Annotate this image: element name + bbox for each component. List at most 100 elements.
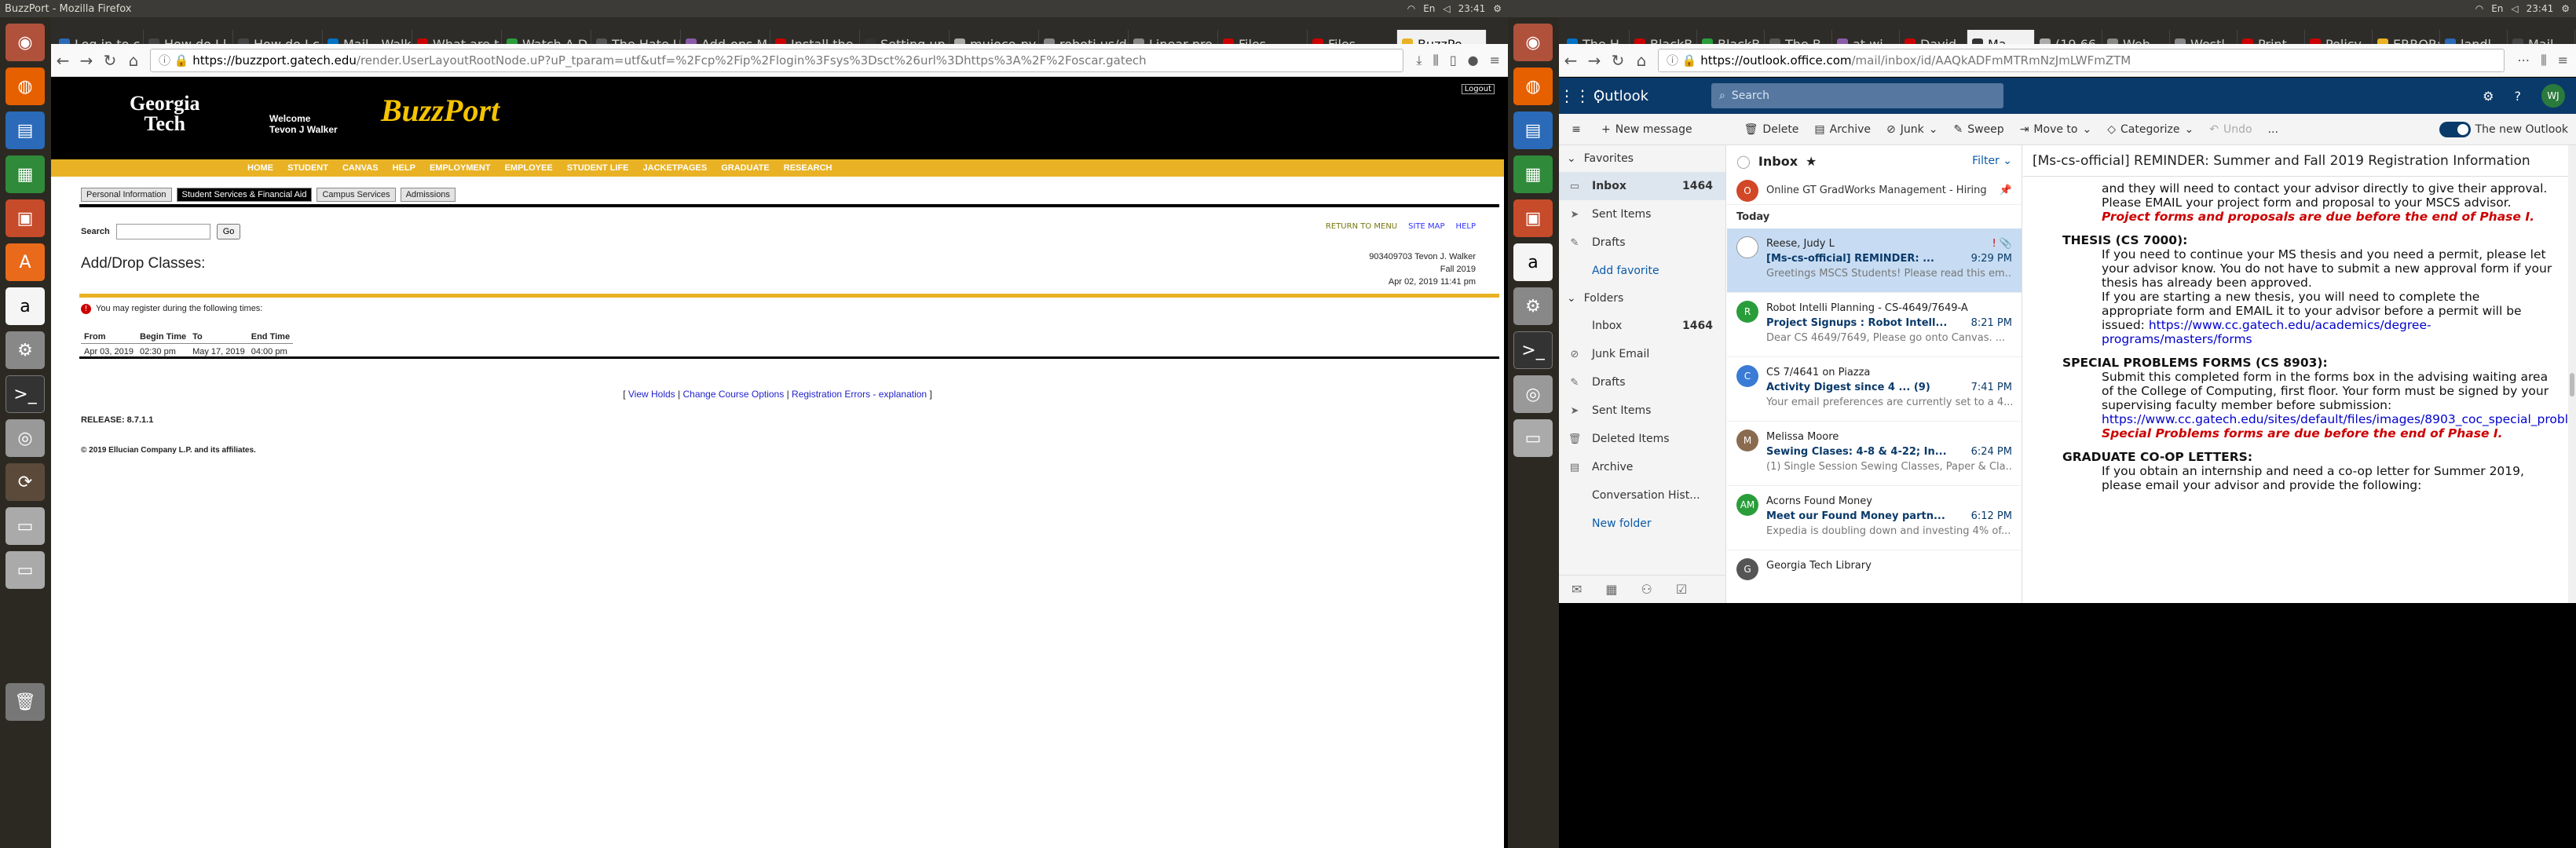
logout-button[interactable]: Logout: [1461, 84, 1495, 94]
forms-link[interactable]: https://www.cc.gatech.edu/academics/degr…: [2102, 318, 2431, 346]
registration-errors-link[interactable]: Registration Errors - explanation: [792, 389, 927, 400]
trash-icon[interactable]: 🗑: [5, 683, 45, 721]
sidebar-item-inbox[interactable]: ▭ Inbox 1464: [1559, 172, 1725, 200]
archive-button[interactable]: ▤ Archive: [1806, 123, 1879, 136]
tab-3[interactable]: Admissions: [400, 188, 456, 202]
delete-button[interactable]: 🗑 Delete: [1736, 123, 1807, 136]
go-button[interactable]: Go: [216, 224, 241, 239]
settings-icon[interactable]: ⚙: [1513, 287, 1553, 325]
sidebar-item-drafts[interactable]: ✎ Drafts: [1559, 228, 1725, 257]
help-link[interactable]: HELP: [1456, 222, 1476, 231]
sidebar-item-conversation-history[interactable]: Conversation Hist...: [1559, 481, 1725, 510]
addon-icon[interactable]: ●: [1468, 53, 1479, 68]
gear-icon[interactable]: ⚙: [2483, 89, 2494, 104]
tab-1[interactable]: Student Services & Financial Aid: [176, 188, 313, 202]
favorites-header[interactable]: ⌄ Favorites: [1559, 145, 1725, 172]
gear-icon[interactable]: ⚙: [1493, 3, 1502, 14]
forward-icon[interactable]: →: [1583, 51, 1606, 70]
site-map-link[interactable]: SITE MAP: [1408, 222, 1444, 231]
sweep-button[interactable]: ✎ Sweep: [1946, 123, 2012, 136]
tab-0[interactable]: Personal Information: [81, 188, 172, 202]
disks-icon[interactable]: ◎: [5, 419, 45, 457]
junk-button[interactable]: ⊘ Junk ⌄: [1879, 123, 1945, 136]
calc-icon[interactable]: ▦: [1513, 155, 1553, 193]
firefox-icon[interactable]: ◍: [5, 68, 45, 105]
wifi-icon[interactable]: ◠: [2475, 3, 2483, 14]
drive-icon[interactable]: ▭: [5, 507, 45, 545]
settings-icon[interactable]: ⚙: [5, 331, 45, 369]
home-icon[interactable]: ⌂: [122, 51, 145, 70]
firefox-icon[interactable]: ◍: [1513, 68, 1553, 105]
sidebar-item-folder-sent[interactable]: ➤ Sent Items: [1559, 397, 1725, 425]
star-icon[interactable]: ★: [1806, 154, 1817, 169]
url-bar[interactable]: ⓘ 🔒 https://buzzport.gatech.edu/render.U…: [150, 48, 1404, 72]
list-item[interactable]: AM Acorns Found Money Meet our Found Money…: [1727, 486, 2022, 550]
sidebar-item-sent[interactable]: ➤ Sent Items: [1559, 200, 1725, 228]
move-to-button[interactable]: ⇥ Move to ⌄: [2012, 123, 2100, 136]
flag-icon[interactable]: ! 📎: [1992, 236, 2012, 251]
writer-icon[interactable]: ▤: [5, 111, 45, 149]
back-icon[interactable]: ←: [1559, 51, 1583, 70]
disks-icon[interactable]: ◎: [1513, 375, 1553, 413]
impress-icon[interactable]: ▣: [1513, 199, 1553, 237]
new-message-button[interactable]: + New message: [1594, 123, 1700, 136]
search-input[interactable]: [115, 224, 210, 239]
sidebar-item-junk[interactable]: ⊘ Junk Email: [1559, 340, 1725, 368]
terminal-icon[interactable]: >_: [1513, 331, 1553, 369]
amazon-icon[interactable]: a: [5, 287, 45, 325]
updater-icon[interactable]: ⟳: [5, 463, 45, 501]
menu-item-research[interactable]: RESEARCH: [784, 163, 832, 173]
list-item[interactable]: Reese, Judy L! 📎 [Ms-cs-official] REMINDE…: [1727, 228, 2022, 293]
people-icon[interactable]: ⚇: [1641, 582, 1652, 597]
outlook-brand[interactable]: Outlook: [1594, 88, 1711, 104]
view-holds-link[interactable]: View Holds: [628, 389, 675, 400]
forward-icon[interactable]: →: [75, 51, 98, 70]
scrollbar[interactable]: [2568, 145, 2576, 603]
ubuntu-icon[interactable]: ◉: [1513, 24, 1553, 61]
menu-item-canvas[interactable]: CANVAS: [342, 163, 379, 173]
lang-indicator[interactable]: En: [2491, 3, 2503, 14]
home-icon[interactable]: ⌂: [1630, 51, 1653, 70]
calendar-icon[interactable]: ▦: [1605, 582, 1617, 597]
reload-icon[interactable]: ↻: [98, 51, 122, 70]
library-icon[interactable]: ⫼: [1433, 53, 1438, 68]
list-item[interactable]: C CS 7/4641 on Piazza Activity Digest sinc…: [1727, 357, 2022, 422]
calc-icon[interactable]: ▦: [5, 155, 45, 193]
sidebar-item-deleted[interactable]: 🗑 Deleted Items: [1559, 425, 1725, 453]
sidebar-item-folder-inbox[interactable]: Inbox 1464: [1559, 312, 1725, 340]
impress-icon[interactable]: ▣: [5, 199, 45, 237]
undo-button[interactable]: ↶ Undo: [2201, 123, 2259, 136]
tab-2[interactable]: Campus Services: [317, 188, 396, 202]
app-launcher-icon[interactable]: ⋮⋮⋮: [1559, 86, 1606, 105]
list-item[interactable]: R Robot Intelli Planning - CS-4649/7649-A…: [1727, 293, 2022, 357]
terminal-icon[interactable]: >_: [5, 375, 45, 413]
back-icon[interactable]: ←: [51, 51, 75, 70]
amazon-icon[interactable]: a: [1513, 243, 1553, 281]
sidebar-item-folder-drafts[interactable]: ✎ Drafts: [1559, 368, 1725, 397]
ubuntu-icon[interactable]: ◉: [5, 24, 45, 61]
volume-icon[interactable]: ◁: [1443, 3, 1450, 14]
mail-icon[interactable]: ✉: [1572, 582, 1582, 597]
sidebar-item-archive[interactable]: ▤ Archive: [1559, 453, 1725, 481]
menu-item-jacketpages[interactable]: JACKETPAGES: [643, 163, 708, 173]
menu-icon[interactable]: ≡: [2558, 53, 2568, 68]
special-problems-link[interactable]: https://www.cc.gatech.edu/sites/default/…: [2102, 412, 2576, 426]
pinned-message[interactable]: O Online GT GradWorks Management - Hiring…: [1727, 177, 2022, 205]
usb-icon[interactable]: ▭: [5, 551, 45, 589]
menu-item-home[interactable]: HOME: [247, 163, 273, 173]
clock[interactable]: 23:41: [2527, 3, 2554, 14]
avatar[interactable]: WJ: [2541, 84, 2565, 108]
url-bar-right[interactable]: ⓘ 🔒 https://outlook.office.com/mail/inbo…: [1658, 48, 2505, 72]
more-button[interactable]: ...: [2260, 123, 2286, 136]
tasks-icon[interactable]: ☑: [1676, 582, 1687, 597]
search-input[interactable]: ⌕ Search: [1711, 83, 2003, 108]
wifi-icon[interactable]: ◠: [1407, 3, 1415, 14]
hamburger-icon[interactable]: ≡: [1559, 123, 1594, 136]
filter-button[interactable]: Filter ⌄: [1972, 155, 2012, 167]
change-course-options-link[interactable]: Change Course Options: [682, 389, 784, 400]
add-favorite-link[interactable]: Add favorite: [1559, 257, 1725, 285]
menu-icon[interactable]: ≡: [1490, 53, 1500, 68]
folders-header[interactable]: ⌄ Folders: [1559, 285, 1725, 312]
menu-icon[interactable]: ⋯: [2517, 53, 2530, 68]
menu-item-employee[interactable]: EMPLOYEE: [505, 163, 553, 173]
